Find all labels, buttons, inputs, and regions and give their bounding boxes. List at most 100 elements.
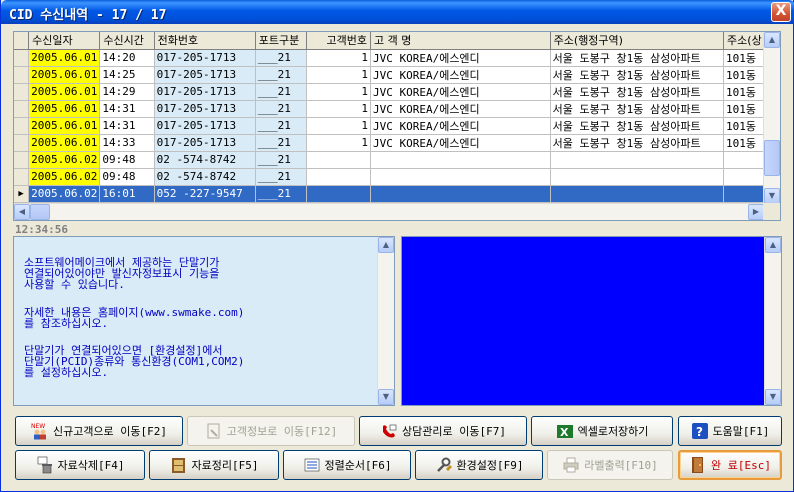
cell-phone[interactable]: 02 -574-8742 (154, 151, 256, 169)
scroll-up-icon[interactable]: ▲ (765, 237, 781, 253)
cell-phone[interactable]: 02 -574-8742 (154, 168, 256, 186)
cell-port[interactable]: ___21 (255, 151, 308, 169)
scroll-down-icon[interactable]: ▼ (764, 188, 780, 204)
cell-time[interactable]: 09:48 (99, 168, 155, 186)
consult-button[interactable]: 상담관리로 이동[F7] (359, 416, 527, 446)
cell-phone[interactable]: 017-205-1713 (154, 49, 256, 67)
cell-date[interactable]: 2005.06.01 (28, 49, 101, 67)
table-row[interactable]: 2005.06.02 09:48 02 -574-8742 ___21 (14, 151, 764, 169)
row-indicator[interactable] (14, 100, 30, 118)
info-message-box[interactable]: 소프트웨어메이크에서 제공하는 단말기가 연결되어있어야만 발신자정보표시 기능… (13, 236, 395, 406)
help-button[interactable]: ? 도움말[F1] (678, 416, 782, 446)
cell-name[interactable]: JVC KOREA/에스엔디 (370, 117, 551, 135)
customer-info-button[interactable]: 고객정보로 이동[F12] (187, 416, 355, 446)
cell-custno[interactable]: 1 (306, 100, 371, 118)
cell-time[interactable]: 14:33 (99, 134, 155, 152)
cell-phone[interactable]: 017-205-1713 (154, 134, 256, 152)
cell-addr[interactable] (550, 185, 725, 203)
close-button[interactable]: X (771, 2, 791, 22)
cell-name[interactable] (370, 151, 551, 169)
grid-hscroll-thumb[interactable] (30, 204, 50, 220)
cell-name[interactable]: JVC KOREA/에스엔디 (370, 134, 551, 152)
title-bar[interactable]: CID 수신내역 - 17 / 17 X (1, 0, 794, 24)
cell-addr2[interactable]: 101동 (723, 66, 764, 84)
cell-addr[interactable]: 서울 도봉구 창1동 삼성아파트 (550, 83, 725, 101)
cell-addr[interactable] (550, 151, 725, 169)
header-date[interactable]: 수신일자 (28, 32, 101, 50)
new-customer-button[interactable]: NEW 신규고객으로 이동[F2] (15, 416, 183, 446)
cell-date[interactable]: 2005.06.01 (28, 117, 101, 135)
cell-addr[interactable] (550, 168, 725, 186)
cell-time[interactable]: 14:31 (99, 117, 155, 135)
cell-addr2[interactable]: 101동 (723, 83, 764, 101)
cell-port[interactable]: ___21 (255, 117, 308, 135)
cell-phone[interactable]: 017-205-1713 (154, 83, 256, 101)
header-addr2[interactable]: 주소(상 (723, 32, 764, 50)
settings-button[interactable]: 환경설정[F9] (415, 450, 543, 480)
cell-custno[interactable]: 1 (306, 49, 371, 67)
done-button[interactable]: 완 료[Esc] (678, 450, 782, 480)
cell-custno[interactable]: 1 (306, 117, 371, 135)
cell-addr[interactable]: 서울 도봉구 창1동 삼성아파트 (550, 117, 725, 135)
cell-name[interactable] (370, 168, 551, 186)
cell-phone[interactable]: 052 -227-9547 (154, 185, 256, 203)
cell-name[interactable]: JVC KOREA/에스엔디 (370, 83, 551, 101)
table-row[interactable]: 2005.06.01 14:31 017-205-1713 ___21 1 JVC KOR… (14, 100, 764, 118)
row-indicator[interactable] (14, 134, 30, 152)
scroll-down-icon[interactable]: ▼ (765, 389, 781, 405)
label-print-button[interactable]: 라벨출력[F10] (547, 450, 673, 480)
message-scrollbar[interactable]: ▲ ▼ (377, 237, 394, 405)
cell-addr[interactable]: 서울 도봉구 창1동 삼성아파트 (550, 134, 725, 152)
cell-date[interactable]: 2005.06.02 (28, 151, 101, 169)
cell-date[interactable]: 2005.06.01 (28, 100, 101, 118)
cell-time[interactable]: 09:48 (99, 151, 155, 169)
row-indicator[interactable] (14, 151, 30, 169)
header-port[interactable]: 포트구분 (255, 32, 308, 50)
header-phone[interactable]: 전화번호 (154, 32, 256, 50)
cell-custno[interactable]: 1 (306, 66, 371, 84)
cell-addr2[interactable]: 101동 (723, 100, 764, 118)
cell-addr2[interactable] (723, 185, 764, 203)
cleanup-button[interactable]: 자료정리[F5] (149, 450, 279, 480)
grid-vertical-scrollbar[interactable]: ▲ ▼ (763, 32, 780, 204)
cell-custno[interactable] (306, 168, 371, 186)
table-row[interactable]: 2005.06.01 14:20 017-205-1713 ___21 1 JVC KOR… (14, 49, 764, 67)
cid-grid[interactable]: 수신일자 수신시간 전화번호 포트구분 고객번호 고 객 명 주소(행정구역) … (13, 31, 781, 221)
header-custno[interactable]: 고객번호 (306, 32, 371, 50)
cell-time[interactable]: 16:01 (99, 185, 155, 203)
scroll-down-icon[interactable]: ▼ (378, 389, 394, 405)
cell-phone[interactable]: 017-205-1713 (154, 100, 256, 118)
cell-time[interactable]: 14:25 (99, 66, 155, 84)
cell-addr2[interactable] (723, 168, 764, 186)
cell-port[interactable]: ___21 (255, 83, 308, 101)
row-indicator[interactable] (14, 83, 30, 101)
cell-port[interactable]: ___21 (255, 168, 308, 186)
table-row[interactable]: 2005.06.01 14:31 017-205-1713 ___21 1 JVC KOR… (14, 117, 764, 135)
header-name[interactable]: 고 객 명 (370, 32, 551, 50)
cell-date[interactable]: 2005.06.01 (28, 134, 101, 152)
cell-custno[interactable]: 1 (306, 134, 371, 152)
cell-name[interactable] (370, 185, 551, 203)
cell-date[interactable]: 2005.06.01 (28, 83, 101, 101)
cell-custno[interactable] (306, 185, 371, 203)
scroll-up-icon[interactable]: ▲ (378, 237, 394, 253)
scroll-right-icon[interactable]: ▶ (748, 204, 764, 220)
cell-addr2[interactable]: 101동 (723, 49, 764, 67)
cell-addr2[interactable]: 101동 (723, 134, 764, 152)
cell-date[interactable]: 2005.06.02 (28, 185, 101, 203)
grid-vscroll-thumb[interactable] (764, 140, 780, 176)
cell-name[interactable]: JVC KOREA/에스엔디 (370, 49, 551, 67)
cell-port[interactable]: ___21 (255, 49, 308, 67)
grid-horizontal-scrollbar[interactable]: ◀ ▶ (14, 203, 764, 220)
cell-port[interactable]: ___21 (255, 100, 308, 118)
cell-date[interactable]: 2005.06.01 (28, 66, 101, 84)
cell-name[interactable]: JVC KOREA/에스엔디 (370, 66, 551, 84)
cell-addr[interactable]: 서울 도봉구 창1동 삼성아파트 (550, 100, 725, 118)
cell-custno[interactable]: 1 (306, 83, 371, 101)
cell-time[interactable]: 14:31 (99, 100, 155, 118)
table-row[interactable]: 2005.06.01 14:25 017-205-1713 ___21 1 JVC KOR… (14, 66, 764, 84)
header-time[interactable]: 수신시간 (99, 32, 155, 50)
cell-custno[interactable] (306, 151, 371, 169)
cell-addr[interactable]: 서울 도봉구 창1동 삼성아파트 (550, 66, 725, 84)
cell-port[interactable]: ___21 (255, 185, 308, 203)
